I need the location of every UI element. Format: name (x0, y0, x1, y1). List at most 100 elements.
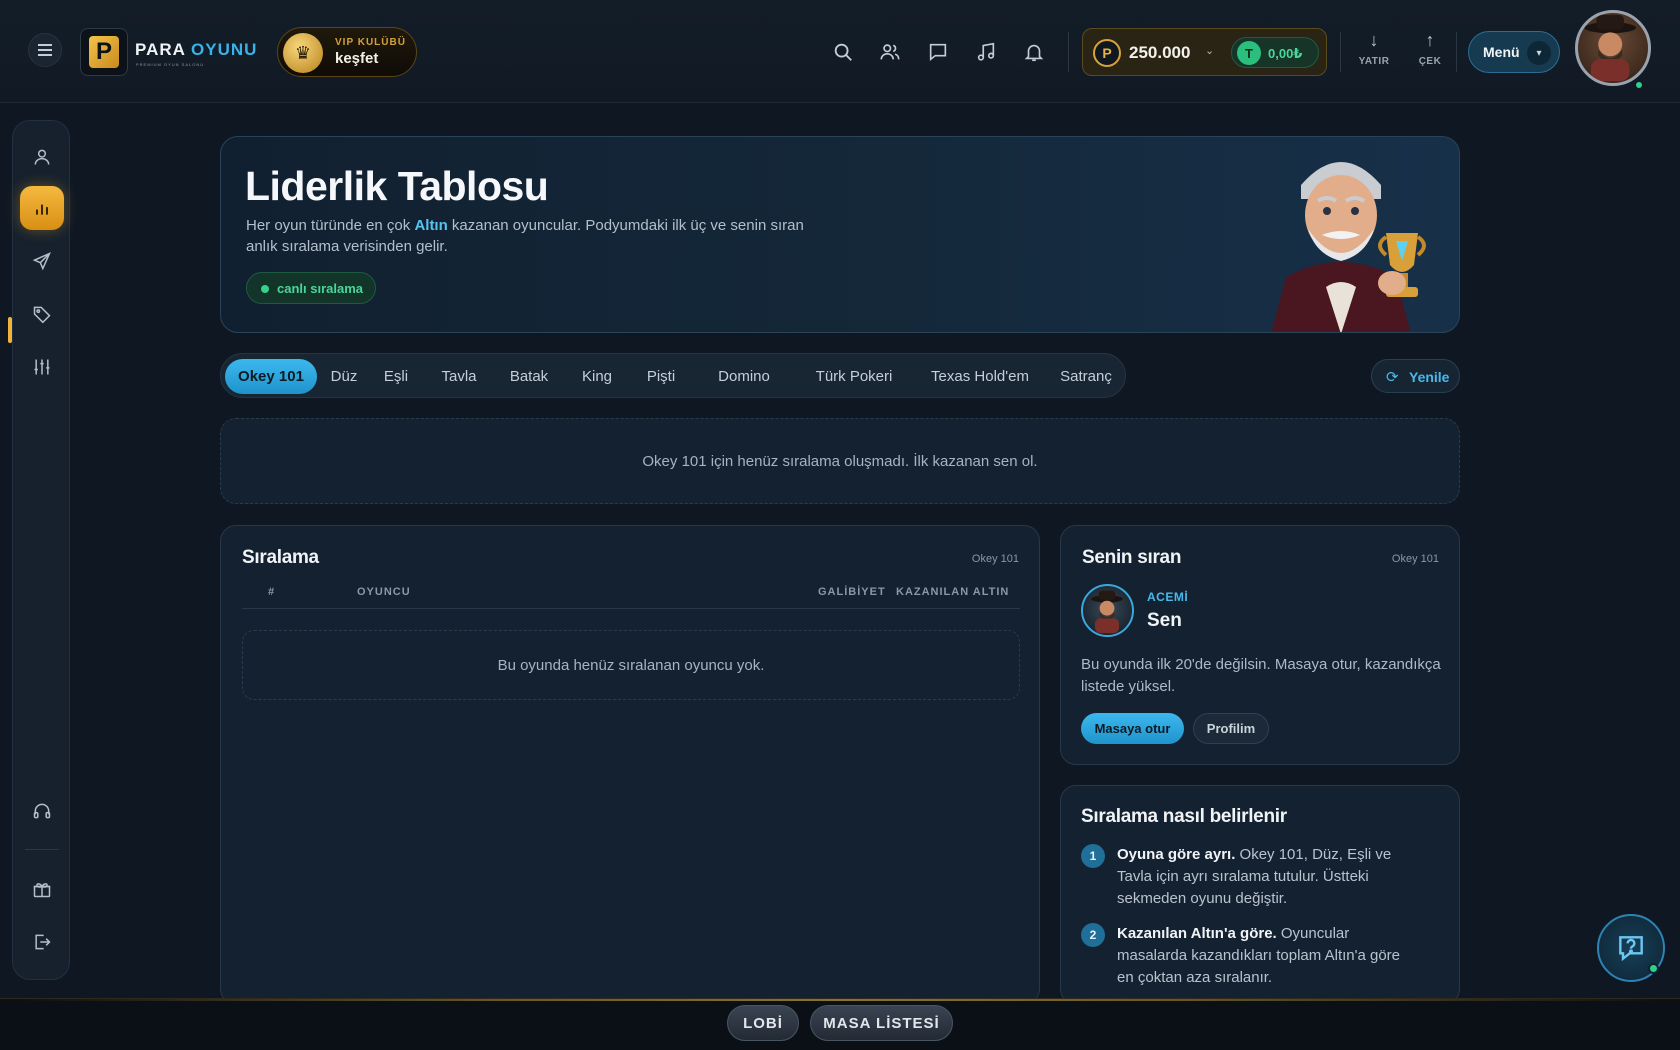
refresh-label: Yenile (1409, 369, 1450, 385)
my-rank-game-tag: Okey 101 (1391, 553, 1439, 565)
live-ranking-badge: canlı sıralama (246, 272, 376, 304)
column-header-wins: GALİBİYET (818, 586, 886, 598)
bell-icon[interactable] (1018, 36, 1050, 68)
refresh-button[interactable]: ⟳ Yenile (1371, 359, 1460, 393)
subtitle-part-1: Her oyun türünde en çok (246, 217, 415, 234)
player-level-badge: ACEMİ (1147, 590, 1189, 604)
vip-action: keşfet (335, 50, 379, 67)
balance-box[interactable]: P 250.000 ⌄ T 0,00₺ (1082, 28, 1327, 76)
withdraw-button[interactable]: ↑ ÇEK (1405, 30, 1455, 76)
online-status-dot (1634, 80, 1644, 90)
divider (1456, 32, 1457, 72)
live-ranking-label: canlı sıralama (277, 281, 363, 296)
online-status-dot (1648, 963, 1659, 974)
chat-icon[interactable] (922, 36, 954, 68)
active-marker (8, 317, 12, 343)
ranking-title: Sıralama (242, 547, 319, 568)
send-icon[interactable] (20, 239, 64, 283)
balance-amount: 250.000 (1129, 43, 1191, 62)
my-rank-description: Bu oyunda ilk 20'de değilsin. Masaya otu… (1081, 656, 1441, 695)
table-list-button[interactable]: MASA LİSTESİ (810, 1005, 953, 1041)
vip-club-button[interactable]: ♛ VIP KULÜBÜ keşfet (277, 27, 417, 77)
page-title: Liderlik Tablosu (245, 163, 549, 209)
arrow-down-icon: ↓ (1369, 30, 1379, 50)
ranking-panel: Sıralama Okey 101 # OYUNCU GALİBİYET KAZ… (220, 525, 1040, 1005)
divider (1340, 32, 1341, 72)
vip-label: VIP KULÜBÜ (335, 37, 406, 48)
hamburger-menu-icon[interactable] (28, 33, 62, 67)
avatar (1081, 584, 1134, 637)
step-number: 1 (1081, 844, 1105, 868)
sliders-icon[interactable] (20, 345, 64, 389)
support-chat-button[interactable] (1597, 914, 1665, 982)
menu-label: Menü (1483, 44, 1520, 60)
tab-tavla[interactable]: Tavla (429, 359, 489, 394)
step-bold: Kazanılan Altın'a göre. (1117, 925, 1277, 942)
refresh-icon: ⟳ (1386, 369, 1399, 386)
game-tabs: Okey 101 Düz Eşli Tavla Batak King Pişti… (220, 353, 1126, 398)
live-dot-icon (261, 285, 269, 293)
tab-duz[interactable]: Düz (321, 359, 367, 394)
user-avatar[interactable] (1575, 10, 1651, 86)
tab-pisti[interactable]: Pişti (633, 359, 689, 394)
tab-satranc[interactable]: Satranç (1051, 359, 1121, 394)
step-number: 2 (1081, 923, 1105, 947)
headset-icon[interactable] (20, 789, 64, 833)
tl-coin-icon: T (1237, 41, 1261, 65)
crown-icon: ♛ (283, 33, 323, 73)
sit-at-table-button[interactable]: Masaya otur (1081, 713, 1184, 744)
deposit-label: YATIR (1358, 56, 1390, 67)
sidebar-divider (25, 849, 59, 850)
subtitle-highlight: Altın (414, 217, 448, 234)
tab-okey-101[interactable]: Okey 101 (225, 359, 317, 394)
step-text: Oyuna göre ayrı. Okey 101, Düz, Eşli ve … (1117, 844, 1417, 910)
friends-icon[interactable] (874, 36, 906, 68)
logo-mark: P (89, 36, 119, 68)
ranking-game-tag: Okey 101 (971, 553, 1019, 565)
tag-icon[interactable] (20, 292, 64, 336)
my-rank-panel: Senin sıran Okey 101 ACEMİ Sen Bu oyunda… (1060, 525, 1460, 765)
tab-esli[interactable]: Eşli (371, 359, 421, 394)
step-text: Kazanılan Altın'a göre. Oyuncular masala… (1117, 923, 1417, 989)
how-it-works-title: Sıralama nasıl belirlenir (1081, 806, 1287, 827)
tab-king[interactable]: King (569, 359, 625, 394)
leaderboard-icon[interactable] (20, 186, 64, 230)
empty-leaderboard-banner: Okey 101 için henüz sıralama oluşmadı. İ… (220, 418, 1460, 504)
tab-batak[interactable]: Batak (497, 359, 561, 394)
tab-texas-holdem[interactable]: Texas Hold'em (915, 359, 1045, 394)
my-rank-title: Senin sıran (1082, 547, 1182, 568)
lobby-button[interactable]: LOBİ (727, 1005, 799, 1041)
column-header-rank: # (268, 586, 276, 598)
tl-balance-amount: 0,00₺ (1268, 46, 1303, 61)
brand-word-1: PARA (135, 40, 186, 59)
arrow-up-icon: ↑ (1425, 30, 1435, 50)
step-bold: Oyuna göre ayrı. (1117, 846, 1236, 863)
player-name: Sen (1147, 610, 1182, 631)
brand-word-2: OYUNU (191, 40, 258, 59)
menu-button[interactable]: Menü ▾ (1468, 31, 1560, 73)
search-icon[interactable] (827, 36, 859, 68)
coin-icon: P (1093, 39, 1121, 67)
help-chat-icon (1619, 936, 1643, 962)
logo[interactable]: P (80, 28, 128, 76)
brand-tagline: PREMIUM OYUN SALONU (136, 62, 205, 67)
top-bar: P PARA OYUNU PREMIUM OYUN SALONU ♛ VIP K… (0, 0, 1680, 103)
empty-table-message: Bu oyunda henüz sıralanan oyuncu yok. (242, 630, 1020, 700)
logout-icon[interactable] (20, 920, 64, 964)
profile-icon[interactable] (20, 135, 64, 179)
page-subtitle: Her oyun türünde en çok Altın kazanan oy… (246, 215, 806, 257)
column-header-gold-won: KAZANILAN ALTIN (896, 586, 1010, 598)
withdraw-label: ÇEK (1418, 56, 1442, 67)
music-icon[interactable] (970, 36, 1002, 68)
brand-name: PARA OYUNU (135, 40, 257, 60)
my-profile-button[interactable]: Profilim (1193, 713, 1269, 744)
table-header-divider (242, 608, 1020, 609)
chevron-down-icon: ▾ (1527, 41, 1551, 65)
tl-balance-pill[interactable]: T 0,00₺ (1231, 37, 1319, 68)
tab-domino[interactable]: Domino (697, 359, 791, 394)
tab-turk-pokeri[interactable]: Türk Pokeri (801, 359, 907, 394)
gift-icon[interactable] (20, 867, 64, 911)
leaderboard-hero: Liderlik Tablosu Her oyun türünde en çok… (220, 136, 1460, 333)
chevron-down-icon[interactable]: ⌄ (1205, 44, 1214, 57)
deposit-button[interactable]: ↓ YATIR (1349, 30, 1399, 76)
